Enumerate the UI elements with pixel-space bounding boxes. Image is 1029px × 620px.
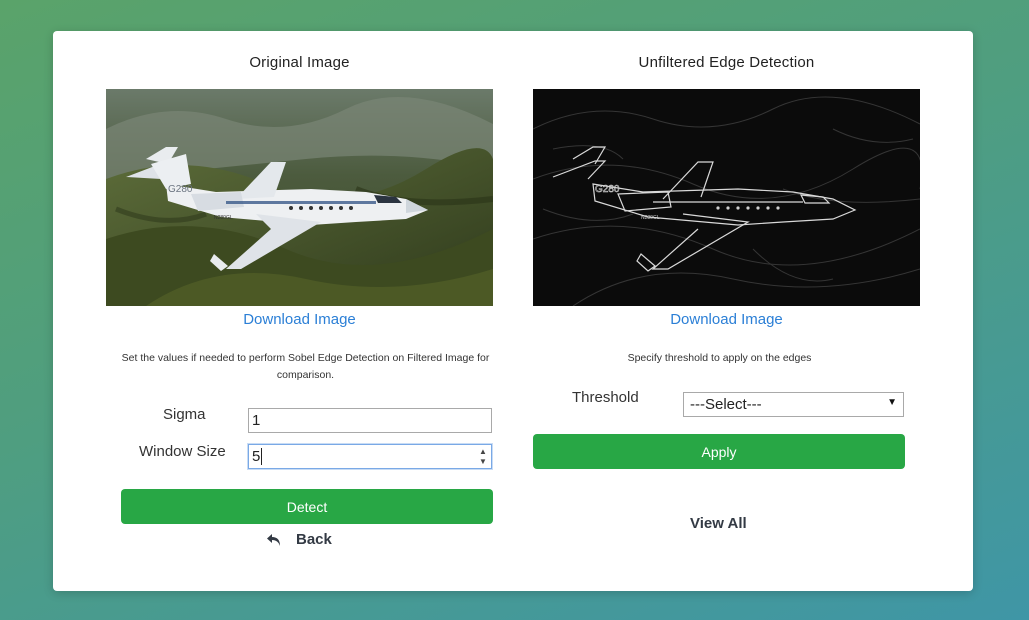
original-image-title: Original Image	[249, 54, 350, 71]
sigma-label: Sigma	[163, 406, 206, 423]
spinner-down-icon[interactable]: ▼	[479, 457, 487, 466]
edge-tail-marking-text: G280	[595, 184, 620, 195]
threshold-instruction-text: Specify threshold to apply on the edges	[627, 352, 812, 364]
edge-registration-text: N280GL	[641, 215, 660, 221]
threshold-selected-value: ---Select---	[690, 396, 762, 413]
back-arrow-icon	[267, 533, 280, 546]
sigma-input[interactable]: 1	[248, 408, 492, 433]
window-size-value: 5	[252, 448, 261, 465]
main-card: Original Image G280 N280GL Download Imag…	[53, 31, 973, 591]
back-label: Back	[296, 531, 332, 548]
apply-button[interactable]: Apply	[533, 434, 905, 469]
sigma-value: 1	[252, 412, 261, 429]
window-size-input[interactable]: 5 ▲ ▼	[248, 444, 492, 469]
window-size-label: Window Size	[139, 443, 226, 460]
download-original-link[interactable]: Download Image	[106, 311, 493, 328]
detect-button[interactable]: Detect	[121, 489, 493, 524]
view-all-link[interactable]: View All	[690, 515, 747, 532]
registration-text: N280GL	[214, 215, 233, 221]
sobel-instruction-text: Set the values if needed to perform Sobe…	[121, 352, 490, 381]
back-button[interactable]: Back	[266, 531, 332, 548]
threshold-label: Threshold	[572, 389, 639, 406]
caret-down-icon: ▼	[887, 397, 897, 408]
tail-marking-text: G280	[168, 184, 193, 195]
download-edge-link[interactable]: Download Image	[533, 311, 920, 328]
spinner-up-icon[interactable]: ▲	[479, 447, 487, 456]
edge-detection-image: G280 N280GL	[533, 89, 920, 306]
edge-detection-title: Unfiltered Edge Detection	[638, 54, 815, 71]
threshold-select[interactable]: ---Select--- ▼	[683, 392, 904, 417]
original-image: G280 N280GL	[106, 89, 493, 306]
spinner-arrows-icon[interactable]: ▲ ▼	[477, 447, 489, 466]
